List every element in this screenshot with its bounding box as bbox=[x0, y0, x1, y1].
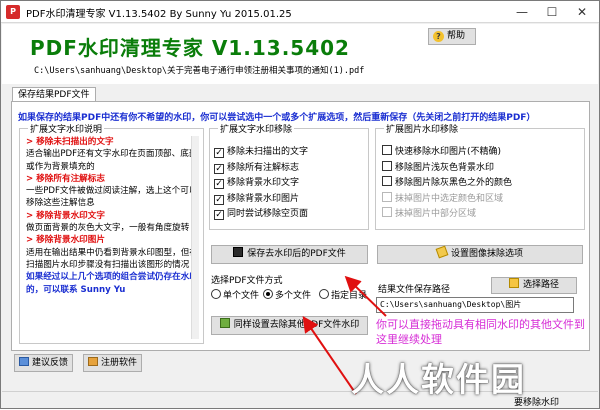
app-window: P PDF水印清理专家 V1.13.5402 By Sunny Yu 2015.… bbox=[0, 0, 600, 409]
arrow-to-multiple-files bbox=[344, 275, 387, 317]
annotation-arrows bbox=[302, 275, 387, 395]
site-watermark: 人人软件园 bbox=[351, 360, 526, 399]
arrow-to-apply-button bbox=[302, 316, 357, 395]
